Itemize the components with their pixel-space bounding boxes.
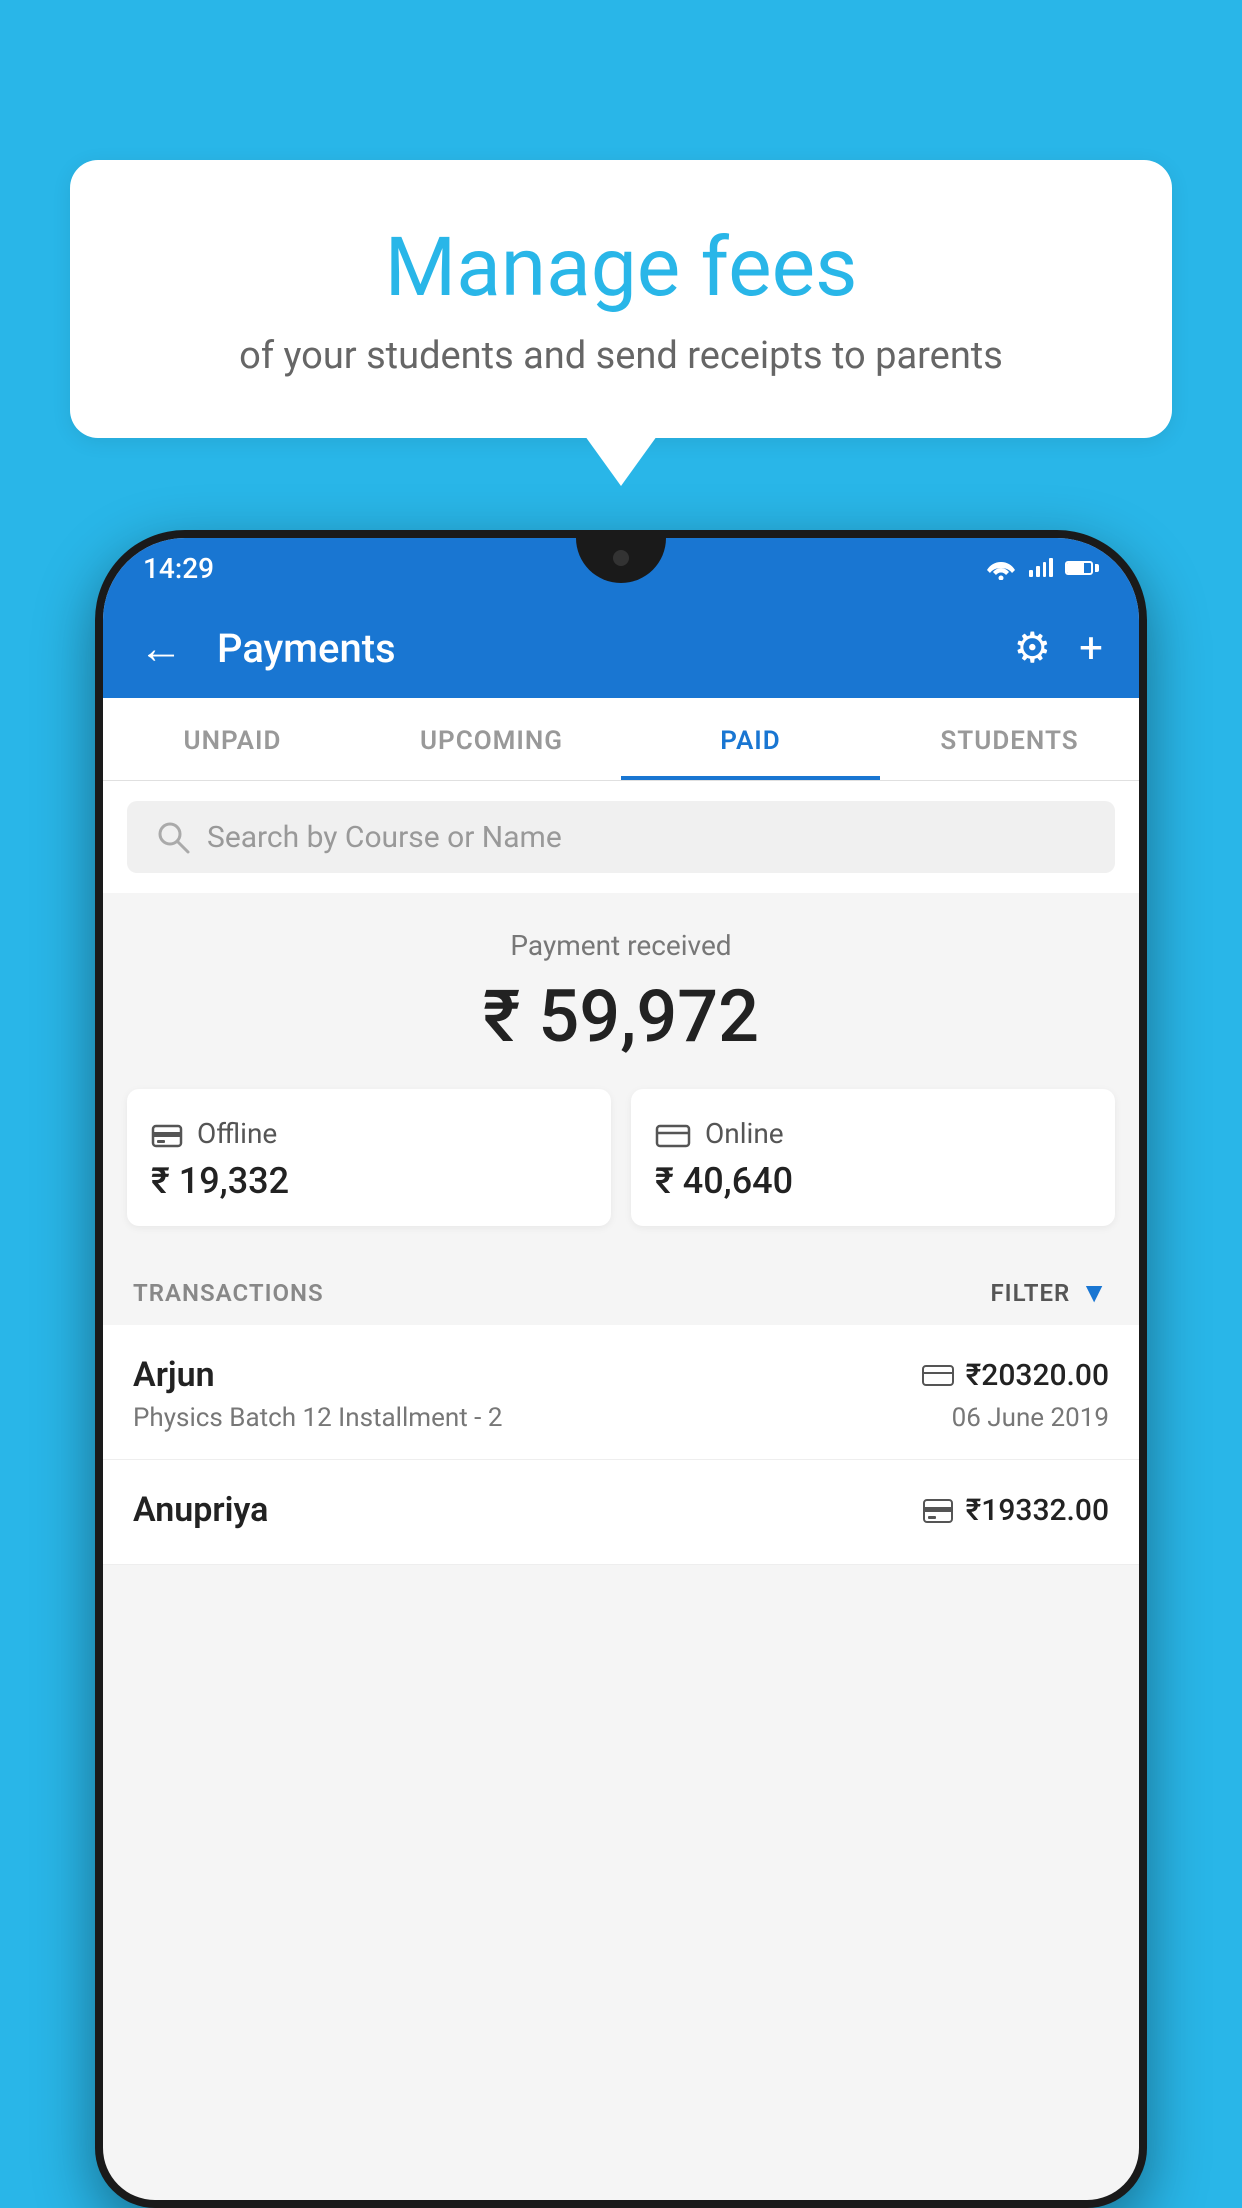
speech-bubble-container: Manage fees of your students and send re… [70, 160, 1172, 486]
offline-amount: ₹ 19,332 [151, 1160, 587, 1202]
online-label: Online [705, 1117, 784, 1150]
online-card-header: Online [655, 1117, 1091, 1150]
online-card: Online ₹ 40,640 [631, 1089, 1115, 1226]
online-transaction-icon [922, 1363, 954, 1387]
offline-payment-icon [151, 1120, 183, 1148]
search-placeholder: Search by Course or Name [207, 820, 562, 855]
phone-frame: 14:29 [95, 530, 1147, 2208]
tabs-bar: UNPAID UPCOMING PAID STUDENTS [103, 698, 1139, 781]
status-bar: 14:29 [103, 538, 1139, 598]
status-time: 14:29 [143, 552, 214, 585]
payment-total-amount: ₹ 59,972 [127, 974, 1115, 1059]
bubble-subtitle: of your students and send receipts to pa… [150, 334, 1092, 378]
transaction-date: 06 June 2019 [952, 1403, 1109, 1433]
add-icon[interactable]: + [1079, 624, 1103, 673]
notch [576, 538, 666, 583]
tab-students[interactable]: STUDENTS [880, 698, 1139, 780]
transaction-name: Arjun [133, 1355, 215, 1395]
back-arrow-icon[interactable]: ← [139, 622, 183, 674]
app-bar: ← Payments ⚙ + [103, 598, 1139, 698]
speech-bubble-tail [585, 436, 657, 486]
phone-screen: 14:29 [103, 538, 1139, 2200]
search-box[interactable]: Search by Course or Name [127, 801, 1115, 873]
filter-label: FILTER [990, 1279, 1070, 1307]
payment-cards: Offline ₹ 19,332 Online ₹ 40,640 [103, 1089, 1139, 1256]
offline-label: Offline [197, 1117, 277, 1150]
wifi-icon [985, 556, 1017, 580]
battery-icon [1065, 561, 1099, 575]
signal-icon [1029, 559, 1053, 577]
offline-transaction-icon [922, 1496, 954, 1524]
transaction-row[interactable]: Anupriya ₹19332.00 [103, 1460, 1139, 1565]
transaction-bottom: Physics Batch 12 Installment - 2 06 June… [133, 1403, 1109, 1433]
payment-received-label: Payment received [127, 929, 1115, 962]
offline-card: Offline ₹ 19,332 [127, 1089, 611, 1226]
app-bar-title: Payments [217, 625, 990, 672]
online-payment-icon [655, 1120, 691, 1148]
transaction-top: Arjun ₹20320.00 [133, 1355, 1109, 1395]
camera-notch [613, 550, 629, 566]
tab-unpaid[interactable]: UNPAID [103, 698, 362, 780]
transactions-header: TRANSACTIONS FILTER ▼ [103, 1256, 1139, 1325]
search-container: Search by Course or Name [103, 781, 1139, 893]
transaction-amount-row: ₹20320.00 [922, 1358, 1109, 1393]
bubble-title: Manage fees [150, 220, 1092, 316]
transaction-course: Physics Batch 12 Installment - 2 [133, 1403, 502, 1433]
tab-upcoming[interactable]: UPCOMING [362, 698, 621, 780]
transaction-row[interactable]: Arjun ₹20320.00 Physics Batch 12 Install… [103, 1325, 1139, 1460]
transaction-top: Anupriya ₹19332.00 [133, 1490, 1109, 1530]
payment-summary: Payment received ₹ 59,972 [103, 893, 1139, 1089]
gear-icon[interactable]: ⚙ [1014, 623, 1052, 673]
online-amount: ₹ 40,640 [655, 1160, 1091, 1202]
offline-card-header: Offline [151, 1117, 587, 1150]
tab-paid[interactable]: PAID [621, 698, 880, 780]
transaction-amount-row: ₹19332.00 [922, 1493, 1109, 1528]
status-icons [985, 556, 1099, 580]
speech-bubble: Manage fees of your students and send re… [70, 160, 1172, 438]
app-bar-icons: ⚙ + [1014, 623, 1104, 673]
transaction-amount: ₹19332.00 [966, 1493, 1109, 1528]
filter-icon: ▼ [1080, 1276, 1109, 1309]
transaction-amount: ₹20320.00 [966, 1358, 1109, 1393]
search-icon [155, 819, 191, 855]
transactions-label: TRANSACTIONS [133, 1279, 324, 1307]
filter-button[interactable]: FILTER ▼ [990, 1276, 1109, 1309]
transaction-name: Anupriya [133, 1490, 268, 1530]
